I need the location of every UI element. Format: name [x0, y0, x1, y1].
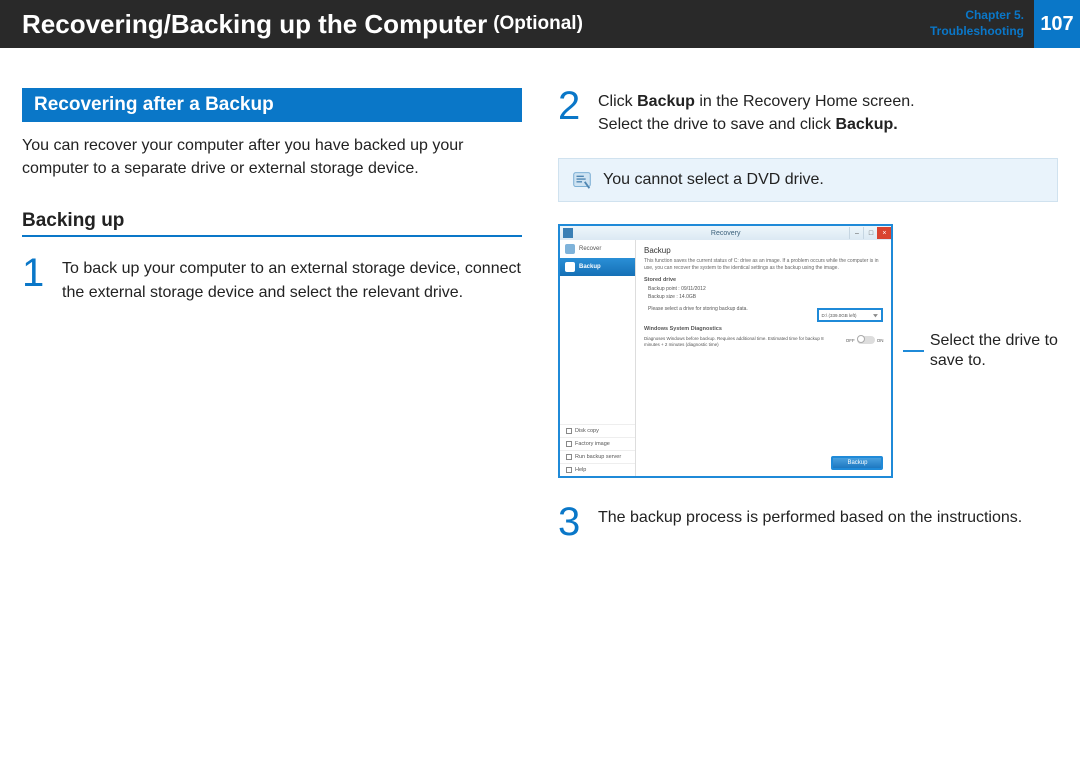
- page-title: Recovering/Backing up the Computer: [22, 9, 487, 40]
- main-heading: Backup: [644, 246, 883, 255]
- step-3: 3 The backup process is performed based …: [558, 504, 1058, 540]
- step-1: 1 To back up your computer to an externa…: [22, 255, 522, 303]
- link-disk-label: Disk copy: [575, 428, 599, 434]
- callout-text: Select the drive to save to.: [930, 331, 1058, 373]
- toggle-knob: [857, 335, 865, 343]
- link-help[interactable]: Help: [560, 463, 635, 476]
- link-help-label: Help: [575, 467, 586, 473]
- section-heading-badge: Recovering after a Backup: [22, 88, 522, 122]
- note-box: You cannot select a DVD drive.: [558, 158, 1058, 202]
- subheading-backing-up: Backing up: [22, 210, 522, 237]
- app-main-panel: Backup This function saves the current s…: [636, 240, 891, 476]
- step-2-frag-a: Click: [598, 93, 637, 110]
- step-2-text: Click Backup in the Recovery Home screen…: [598, 88, 915, 136]
- sidebar-backup-label: Backup: [579, 264, 601, 270]
- backup-size-row: Backup size : 14.0GB: [648, 294, 883, 300]
- minimize-button[interactable]: –: [849, 227, 863, 239]
- main-description: This function saves the current status o…: [644, 258, 883, 271]
- callout: Select the drive to save to.: [903, 331, 1058, 373]
- step-3-number: 3: [558, 504, 586, 540]
- toggle-off-label: OFF: [846, 338, 855, 343]
- backup-icon: [565, 262, 575, 272]
- link-factory-label: Factory image: [575, 441, 610, 447]
- sidebar-recover-label: Recover: [579, 246, 601, 252]
- page-number-badge: 107: [1034, 0, 1080, 48]
- window-buttons: – □ ×: [849, 227, 891, 239]
- stored-drive-label: Stored drive: [644, 277, 883, 283]
- link-disk-copy[interactable]: Disk copy: [560, 424, 635, 437]
- link-factory-image[interactable]: Factory image: [560, 437, 635, 450]
- chevron-down-icon: [871, 311, 879, 319]
- toggle-track: [857, 336, 875, 344]
- recover-icon: [565, 244, 575, 254]
- factory-icon: [566, 441, 572, 447]
- page-title-optional: (Optional): [493, 13, 583, 35]
- left-column: Recovering after a Backup You can recove…: [22, 88, 522, 560]
- app-titlebar: Recovery – □ ×: [560, 226, 891, 240]
- step-3-text: The backup process is performed based on…: [598, 504, 1022, 540]
- chapter-line-1: Chapter 5.: [930, 8, 1024, 24]
- step-2-bold-backup: Backup: [637, 93, 695, 110]
- toggle-on-label: ON: [877, 338, 884, 343]
- backup-point-row: Backup point : 09/11/2012: [648, 286, 883, 292]
- server-icon: [566, 454, 572, 460]
- step-2-frag-d: Select the drive to save and click: [598, 116, 835, 133]
- header-bar: Recovering/Backing up the Computer (Opti…: [0, 0, 1080, 48]
- diagnostics-label: Windows System Diagnostics: [644, 326, 883, 332]
- drive-select-dropdown[interactable]: D:\ (339.0GB left): [817, 308, 883, 322]
- right-column: 2 Click Backup in the Recovery Home scre…: [558, 88, 1058, 560]
- intro-paragraph: You can recover your computer after you …: [22, 134, 522, 180]
- chapter-label: Chapter 5. Troubleshooting: [930, 8, 1034, 39]
- step-2: 2 Click Backup in the Recovery Home scre…: [558, 88, 1058, 136]
- drive-select-value: D:\ (339.0GB left): [821, 313, 868, 318]
- diagnostics-row: Diagnoses Windows before backup. Require…: [644, 336, 883, 348]
- chapter-line-2: Troubleshooting: [930, 24, 1024, 40]
- app-sidebar: Recover Backup Disk copy Factory image R…: [560, 240, 636, 476]
- callout-connector-line: [903, 350, 923, 352]
- sidebar-item-recover[interactable]: Recover: [560, 240, 635, 258]
- step-1-number: 1: [22, 255, 50, 303]
- step-2-bold-backup2: Backup.: [835, 116, 897, 133]
- step-2-number: 2: [558, 88, 586, 136]
- app-icon: [563, 228, 573, 238]
- backup-button[interactable]: Backup: [831, 456, 883, 470]
- header-right: Chapter 5. Troubleshooting 107: [930, 0, 1080, 48]
- sidebar-bottom-links: Disk copy Factory image Run backup serve…: [560, 424, 635, 476]
- link-run-backup-server[interactable]: Run backup server: [560, 450, 635, 463]
- note-text: You cannot select a DVD drive.: [603, 171, 824, 189]
- app-title: Recovery: [711, 230, 741, 237]
- help-icon: [566, 467, 572, 473]
- screenshot-with-callout: Recovery – □ × Recover: [558, 224, 1058, 478]
- sidebar-item-backup[interactable]: Backup: [560, 258, 635, 276]
- recovery-app-window: Recovery – □ × Recover: [558, 224, 893, 478]
- step-2-frag-c: in the Recovery Home screen.: [695, 93, 915, 110]
- maximize-button[interactable]: □: [863, 227, 877, 239]
- diagnostics-toggle[interactable]: OFF ON: [846, 336, 884, 344]
- close-button[interactable]: ×: [877, 227, 891, 239]
- note-icon: [571, 169, 593, 191]
- step-1-text: To back up your computer to an external …: [62, 255, 522, 303]
- diagnostics-text: Diagnoses Windows before backup. Require…: [644, 336, 840, 348]
- disk-icon: [566, 428, 572, 434]
- link-server-label: Run backup server: [575, 454, 621, 460]
